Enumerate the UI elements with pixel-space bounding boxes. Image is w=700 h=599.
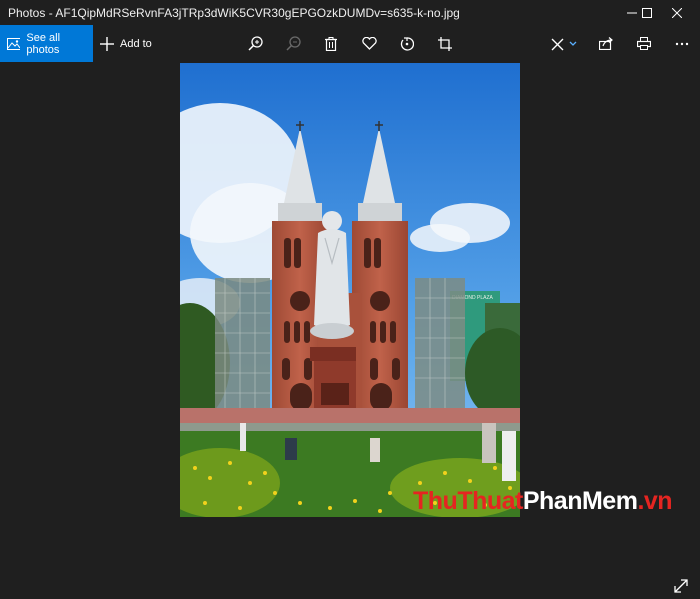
delete-button[interactable] xyxy=(316,25,346,62)
watermark-part-1: ThuThuat xyxy=(413,487,523,515)
share-icon xyxy=(599,37,613,50)
photos-icon xyxy=(7,37,21,50)
close-icon xyxy=(672,7,682,18)
edit-create-icon xyxy=(551,38,577,50)
see-all-photos-label: See all photos xyxy=(26,31,61,56)
crop-button[interactable] xyxy=(430,25,460,62)
zoom-out-icon xyxy=(285,36,301,51)
watermark-part-3: .vn xyxy=(637,487,673,515)
watermark-part-2: PhanMem xyxy=(522,487,638,515)
watermark: ThuThuatPhanMem.vn xyxy=(413,487,673,516)
expand-icon xyxy=(674,579,688,593)
share-button[interactable] xyxy=(591,25,621,62)
print-button[interactable] xyxy=(629,25,659,62)
more-button[interactable] xyxy=(667,25,697,62)
zoom-out-button[interactable] xyxy=(278,25,308,62)
maximize-icon xyxy=(642,7,652,18)
heart-icon xyxy=(361,37,377,50)
title-bar: Photos - AF1QipMdRSeRvnFA3jTRp3dWiK5CVR3… xyxy=(0,0,700,25)
rotate-button[interactable] xyxy=(392,25,422,62)
see-all-photos-button[interactable]: See all photos xyxy=(0,25,93,62)
trash-icon xyxy=(325,36,337,51)
more-icon xyxy=(675,42,689,45)
edit-create-button[interactable] xyxy=(546,25,582,62)
window-title: Photos - AF1QipMdRSeRvnFA3jTRp3dWiK5CVR3… xyxy=(8,6,460,20)
rotate-icon xyxy=(400,36,414,51)
plus-icon xyxy=(100,36,114,51)
print-icon xyxy=(637,37,651,50)
add-to-button[interactable]: Add to xyxy=(100,25,152,62)
photo[interactable]: DIAMOND PLAZA xyxy=(180,63,520,517)
zoom-in-icon xyxy=(247,36,263,51)
full-screen-button[interactable] xyxy=(668,573,694,599)
close-button[interactable] xyxy=(654,0,700,25)
cathedral-photo: DIAMOND PLAZA xyxy=(180,63,520,517)
photo-viewer: DIAMOND PLAZA xyxy=(0,63,700,593)
crop-icon xyxy=(438,36,452,51)
add-to-label: Add to xyxy=(120,37,152,50)
toolbar: See all photos Add to xyxy=(0,25,700,63)
zoom-in-button[interactable] xyxy=(240,25,270,62)
favorite-button[interactable] xyxy=(354,25,384,62)
